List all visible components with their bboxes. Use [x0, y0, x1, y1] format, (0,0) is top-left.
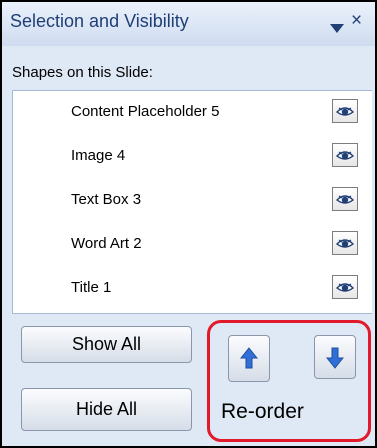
move-down-button[interactable] [314, 335, 356, 379]
selection-pane: Selection and Visibility × Shapes on thi… [0, 0, 377, 448]
show-all-button[interactable]: Show All [21, 326, 192, 363]
shape-row[interactable]: Word Art 2 [13, 223, 372, 267]
shape-name: Text Box 3 [71, 191, 142, 208]
shape-row[interactable]: Content Placeholder 5 [13, 91, 372, 135]
shape-list: Content Placeholder 5 Image 4 Text Box 3… [12, 90, 372, 314]
shapes-list-heading: Shapes on this Slide: [12, 64, 153, 81]
eye-icon[interactable] [332, 99, 358, 123]
shape-name: Content Placeholder 5 [71, 103, 220, 120]
arrow-down-icon [326, 347, 344, 369]
shape-name: Image 4 [71, 147, 126, 164]
arrow-up-icon [240, 347, 258, 369]
pane-title: Selection and Visibility [10, 11, 189, 31]
shape-row[interactable]: Title 1 [13, 267, 372, 311]
pane-header: Selection and Visibility × [2, 2, 375, 46]
chevron-down-icon[interactable] [330, 24, 344, 33]
eye-icon[interactable] [332, 143, 358, 167]
shape-name: Title 1 [71, 279, 112, 296]
eye-icon[interactable] [332, 231, 358, 255]
close-icon[interactable]: × [351, 11, 362, 31]
shape-row[interactable]: Text Box 3 [13, 179, 372, 223]
eye-icon[interactable] [332, 275, 358, 299]
eye-icon[interactable] [332, 187, 358, 211]
shape-row[interactable]: Image 4 [13, 135, 372, 179]
move-up-button[interactable] [228, 335, 270, 382]
reorder-label: Re-order [221, 400, 304, 423]
hide-all-button[interactable]: Hide All [21, 388, 192, 431]
shape-name: Word Art 2 [71, 235, 142, 252]
